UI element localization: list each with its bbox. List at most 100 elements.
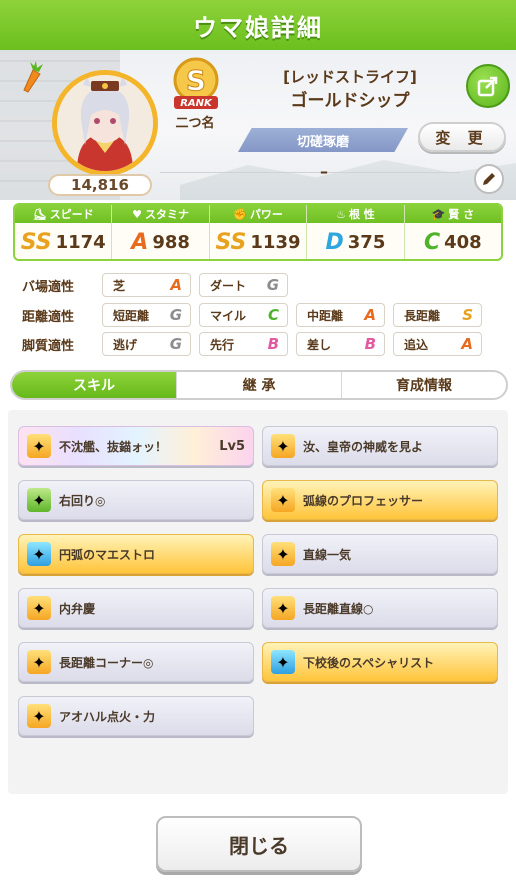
aptitude-name: 中距離 xyxy=(307,308,344,323)
aptitude-name: マイル xyxy=(210,308,247,323)
skill-item[interactable]: ✦ アオハル点火・力 xyxy=(18,696,254,736)
title-pill: 切磋琢磨 xyxy=(238,128,408,152)
shoe-icon: ⛸ xyxy=(32,207,47,221)
edit-button[interactable] xyxy=(474,164,504,194)
aptitude-name: ダート xyxy=(210,278,247,293)
aptitude-name: 短距離 xyxy=(113,308,150,323)
carrot-icon xyxy=(18,60,48,94)
aptitude-cell: 短距離 G xyxy=(102,303,191,327)
avatar[interactable] xyxy=(52,70,158,176)
stat-grade: A xyxy=(131,229,149,255)
skill-name: 長距離コーナー◎ xyxy=(59,655,154,670)
stat-speed: ⛸ スピード SS 1174 xyxy=(15,205,113,259)
aptitude-grade: B xyxy=(364,335,376,353)
skill-name: 右回り◎ xyxy=(59,493,106,508)
skill-name: 長距離直線○ xyxy=(303,601,374,616)
page-title: ウマ娘詳細 xyxy=(193,13,323,42)
skill-name: 内弁慶 xyxy=(59,601,96,616)
aptitude-grade: G xyxy=(169,306,182,324)
skill-icon: ✦ xyxy=(271,596,295,620)
aptitude-grade: A xyxy=(364,306,376,324)
stat-wisdom: 🎓 賢 さ C 408 xyxy=(404,205,501,259)
aptitude-label: バ場適性 xyxy=(22,279,75,295)
skill-item[interactable]: ✦ 内弁慶 xyxy=(18,588,254,628)
character-portrait-icon xyxy=(57,75,153,171)
pencil-icon xyxy=(483,173,495,185)
skill-icon: ✦ xyxy=(271,434,295,458)
aptitude-grade: B xyxy=(267,335,279,353)
skill-name: 直線一気 xyxy=(303,547,352,562)
skill-item[interactable]: ✦ 不沈艦、抜錨ォッ！ Lv5 xyxy=(18,426,254,466)
aptitude-name: 差し xyxy=(307,337,332,352)
tab-inheritance[interactable]: 継 承 xyxy=(177,372,342,398)
share-icon xyxy=(477,76,498,97)
stat-value: 1139 xyxy=(250,231,301,253)
skill-item[interactable]: ✦ 円弧のマエストロ xyxy=(18,534,254,574)
stat-value: 988 xyxy=(152,231,190,253)
rank-subtitle: 二つ名 xyxy=(175,116,215,131)
skill-icon: ✦ xyxy=(27,650,51,674)
change-title-button[interactable]: 変 更 xyxy=(418,122,506,152)
skill-item[interactable]: ✦ 長距離直線○ xyxy=(262,588,498,628)
stat-grade: D xyxy=(325,229,344,255)
stat-label: 賢 さ xyxy=(448,208,475,221)
aptitude-row-distance: 距離適性 短距離 G マイル C 中距離 A 長距離 S xyxy=(22,303,482,327)
stat-grade: SS xyxy=(215,229,247,255)
skill-icon: ✦ xyxy=(271,488,295,512)
aptitude-name: 逃げ xyxy=(113,337,138,352)
aptitude-cell: 中距離 A xyxy=(296,303,385,327)
stats-panel: ⛸ スピード SS 1174 ♥ スタミナ A 988 ✊ パワー SS 1139 ♨ 根 性… xyxy=(13,203,503,261)
stat-value: 1174 xyxy=(55,231,106,253)
character-name: ゴールドシップ xyxy=(290,91,410,111)
aptitude-grade: S xyxy=(462,306,473,324)
skill-name: 弧線のプロフェッサー xyxy=(303,493,424,508)
stat-label: スピード xyxy=(49,208,94,221)
aptitude-cell: ダート G xyxy=(199,273,288,297)
rank-label: RANK xyxy=(180,98,213,109)
skill-name: 下校後のスペシャリスト xyxy=(303,655,435,670)
skill-item[interactable]: ✦ 右回り◎ xyxy=(18,480,254,520)
stat-value: 375 xyxy=(347,231,386,253)
tab-skills[interactable]: スキル xyxy=(12,372,177,398)
stat-grade: C xyxy=(423,229,441,255)
aptitude-cell: マイル C xyxy=(199,303,288,327)
skill-icon: ✦ xyxy=(27,542,51,566)
aptitude-cell: 差し B xyxy=(296,332,385,356)
stat-grade: SS xyxy=(20,229,52,255)
skill-icon: ✦ xyxy=(27,488,51,512)
subtitle-value: – xyxy=(320,162,328,181)
stat-guts: ♨ 根 性 D 375 xyxy=(307,205,405,259)
skill-icon: ✦ xyxy=(27,704,51,728)
rank-letter: S xyxy=(186,64,206,97)
heart-icon: ♥ xyxy=(132,207,143,221)
aptitude-name: 追込 xyxy=(404,337,429,352)
skill-item[interactable]: ✦ 下校後のスペシャリスト xyxy=(262,642,498,682)
aptitude-name: 長距離 xyxy=(404,308,441,323)
skill-item[interactable]: ✦ 長距離コーナー◎ xyxy=(18,642,254,682)
aptitude-cell: 長距離 S xyxy=(393,303,482,327)
skill-list: ✦ 不沈艦、抜錨ォッ！ Lv5 ✦ 汝、皇帝の神威を見よ ✦ 右回り◎ ✦ 弧線… xyxy=(8,410,508,794)
aptitude-grade: G xyxy=(169,335,182,353)
aptitude-label: 距離適性 xyxy=(22,309,75,325)
tab-bar: スキル 継 承 育成情報 xyxy=(10,370,508,400)
header-bar: ウマ娘詳細 xyxy=(0,0,516,50)
fan-count: 14,816 xyxy=(48,174,152,196)
share-button[interactable] xyxy=(466,64,510,108)
stat-power: ✊ パワー SS 1139 xyxy=(209,205,308,259)
skill-item[interactable]: ✦ 直線一気 xyxy=(262,534,498,574)
aptitude-label: 脚質適性 xyxy=(22,338,75,354)
aptitude-cell: 先行 B xyxy=(199,332,288,356)
skill-name: 不沈艦、抜錨ォッ！ xyxy=(59,439,168,454)
tab-training-info[interactable]: 育成情報 xyxy=(342,372,506,398)
skill-name: アオハル点火・力 xyxy=(59,709,156,724)
skill-item[interactable]: ✦ 弧線のプロフェッサー xyxy=(262,480,498,520)
aptitude-grade: A xyxy=(170,276,182,294)
skill-icon: ✦ xyxy=(27,434,51,458)
stat-label: パワー xyxy=(249,208,283,221)
aptitude-name: 先行 xyxy=(210,337,235,352)
aptitude-row-style: 脚質適性 逃げ G 先行 B 差し B 追込 A xyxy=(22,332,482,356)
flame-icon: ♨ xyxy=(336,207,346,221)
muscle-icon: ✊ xyxy=(233,207,247,221)
close-button[interactable]: 閉じる xyxy=(156,816,362,872)
skill-item[interactable]: ✦ 汝、皇帝の神威を見よ xyxy=(262,426,498,466)
